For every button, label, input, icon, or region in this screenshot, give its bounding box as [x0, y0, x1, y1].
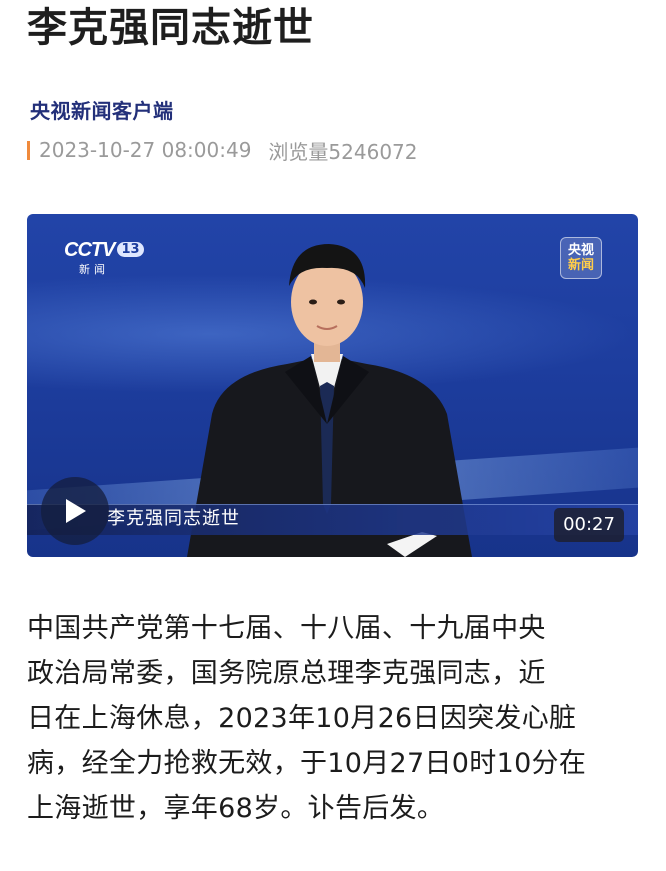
article-line: 日在上海休息，2023年10月26日因突发心脏 [27, 703, 577, 734]
view-count: 浏览量5246072 [268, 139, 418, 164]
article-line: 中国共产党第十七届、十八届、十九届中央 [27, 613, 546, 644]
article-meta: 2023-10-27 08:00:49 浏览量5246072 [27, 137, 418, 164]
video-caption: 李克强同志逝世 [107, 508, 240, 529]
article-line: 上海逝世，享年68岁。讣告后发。 [27, 793, 445, 824]
source-name[interactable]: 央视新闻客户端 [30, 95, 174, 124]
article-line: 政治局常委，国务院原总理李克强同志，近 [27, 658, 546, 689]
play-icon [66, 499, 86, 523]
article-line: 病，经全力抢救无效，于10月27日0时10分在 [27, 748, 587, 779]
play-button[interactable] [41, 477, 109, 545]
article-body: 中国共产党第十七届、十八届、十九届中央 政治局常委，国务院原总理李克强同志，近 … [27, 606, 647, 831]
video-duration: 00:27 [554, 508, 624, 542]
publish-datetime: 2023-10-27 08:00:49 [39, 138, 252, 162]
page-title: 李克强同志逝世 [27, 5, 314, 51]
video-player[interactable]: CCTV 13 新闻 央视 新闻 李克强同志逝世 00:27 [27, 214, 638, 557]
meta-accent-bar [27, 140, 30, 160]
